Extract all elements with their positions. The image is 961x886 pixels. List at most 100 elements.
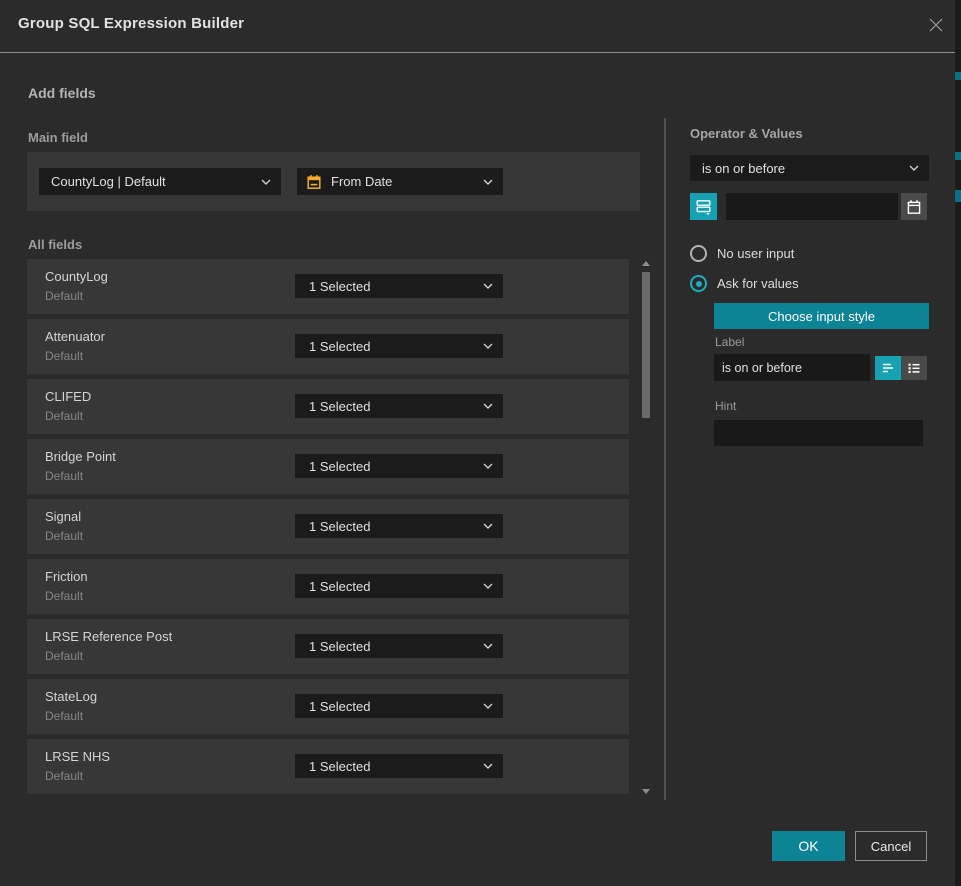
field-row: StateLog Default 1 Selected [27, 679, 629, 734]
bullet-list-icon [906, 360, 922, 376]
list-style-button[interactable] [901, 356, 927, 380]
field-selection-dropdown[interactable]: 1 Selected [295, 754, 503, 778]
main-field-heading: Main field [28, 130, 88, 145]
field-selection-value: 1 Selected [309, 399, 370, 414]
chevron-down-icon [483, 763, 493, 769]
field-name: Attenuator [45, 329, 105, 344]
radio-ask-for-values-label: Ask for values [717, 276, 799, 291]
ok-button[interactable]: OK [772, 831, 845, 861]
dialog-titlebar: Group SQL Expression Builder [0, 0, 955, 53]
chevron-down-icon [483, 179, 493, 185]
background-app-edge [955, 0, 961, 886]
chevron-down-icon [483, 283, 493, 289]
chevron-down-icon [483, 523, 493, 529]
radio-icon [690, 275, 707, 292]
stacked-rows-icon [695, 198, 712, 215]
value-input-type-button[interactable] [690, 193, 717, 220]
radio-icon [690, 245, 707, 262]
field-layer-sub: Default [45, 469, 83, 483]
background-fragment [955, 72, 961, 80]
chevron-down-icon [483, 463, 493, 469]
field-row: CLIFED Default 1 Selected [27, 379, 629, 434]
field-row: CountyLog Default 1 Selected [27, 259, 629, 314]
hint-input[interactable] [714, 420, 923, 446]
main-layer-dropdown-value: CountyLog | Default [51, 174, 166, 189]
field-selection-dropdown[interactable]: 1 Selected [295, 514, 503, 538]
main-field-dropdown-value: From Date [331, 174, 392, 189]
field-selection-dropdown[interactable]: 1 Selected [295, 454, 503, 478]
chevron-down-icon [483, 643, 493, 649]
field-row: Signal Default 1 Selected [27, 499, 629, 554]
panel-divider [664, 118, 666, 800]
scrollbar-down-arrow[interactable] [642, 789, 650, 794]
chevron-down-icon [483, 403, 493, 409]
field-name: Signal [45, 509, 81, 524]
field-selection-value: 1 Selected [309, 639, 370, 654]
cancel-button[interactable]: Cancel [855, 831, 927, 861]
field-row: LRSE NHS Default 1 Selected [27, 739, 629, 794]
field-layer-sub: Default [45, 769, 83, 783]
add-fields-heading: Add fields [28, 85, 96, 101]
field-row: Attenuator Default 1 Selected [27, 319, 629, 374]
hint-caption: Hint [715, 399, 736, 413]
background-fragment [955, 190, 961, 202]
choose-input-style-button[interactable]: Choose input style [714, 303, 929, 329]
all-fields-list: CountyLog Default 1 Selected Attenuator … [27, 259, 629, 794]
field-layer-sub: Default [45, 409, 83, 423]
main-layer-dropdown[interactable]: CountyLog | Default [39, 168, 281, 195]
radio-no-user-input-label: No user input [717, 246, 794, 261]
group-sql-expression-builder-dialog: Group SQL Expression Builder Add fields … [0, 0, 955, 886]
field-name: Friction [45, 569, 88, 584]
field-selection-value: 1 Selected [309, 579, 370, 594]
operator-values-heading: Operator & Values [690, 126, 803, 141]
field-name: StateLog [45, 689, 97, 704]
field-selection-dropdown[interactable]: 1 Selected [295, 274, 503, 298]
chevron-down-icon [261, 179, 271, 185]
field-selection-value: 1 Selected [309, 699, 370, 714]
field-selection-value: 1 Selected [309, 759, 370, 774]
scrollbar-thumb[interactable] [642, 272, 650, 418]
field-name: LRSE Reference Post [45, 629, 172, 644]
field-name: CLIFED [45, 389, 91, 404]
field-selection-dropdown[interactable]: 1 Selected [295, 394, 503, 418]
field-selection-dropdown[interactable]: 1 Selected [295, 694, 503, 718]
field-selection-value: 1 Selected [309, 339, 370, 354]
field-selection-value: 1 Selected [309, 459, 370, 474]
field-selection-value: 1 Selected [309, 279, 370, 294]
close-button[interactable] [925, 14, 947, 36]
operator-dropdown-value: is on or before [702, 161, 785, 176]
close-icon [928, 17, 944, 33]
main-field-dropdown[interactable]: From Date [297, 168, 503, 195]
field-row: Bridge Point Default 1 Selected [27, 439, 629, 494]
field-layer-sub: Default [45, 529, 83, 543]
field-layer-sub: Default [45, 709, 83, 723]
single-line-style-button[interactable] [875, 356, 901, 380]
value-date-picker-button[interactable] [901, 193, 927, 220]
field-row: Friction Default 1 Selected [27, 559, 629, 614]
chevron-down-icon [483, 583, 493, 589]
main-field-panel: CountyLog | Default From Date [27, 152, 640, 211]
scrollbar-up-arrow[interactable] [642, 261, 650, 266]
field-selection-dropdown[interactable]: 1 Selected [295, 634, 503, 658]
field-name: LRSE NHS [45, 749, 110, 764]
date-calendar-icon [306, 174, 322, 190]
label-input[interactable] [714, 354, 870, 381]
operator-dropdown[interactable]: is on or before [690, 155, 929, 181]
align-lines-icon [880, 360, 896, 376]
background-fragment [955, 152, 961, 160]
field-name: CountyLog [45, 269, 108, 284]
value-input[interactable] [726, 193, 898, 220]
field-selection-dropdown[interactable]: 1 Selected [295, 334, 503, 358]
chevron-down-icon [483, 703, 493, 709]
field-selection-dropdown[interactable]: 1 Selected [295, 574, 503, 598]
label-caption: Label [715, 335, 744, 349]
field-name: Bridge Point [45, 449, 116, 464]
field-layer-sub: Default [45, 289, 83, 303]
field-selection-value: 1 Selected [309, 519, 370, 534]
all-fields-heading: All fields [28, 237, 82, 252]
field-layer-sub: Default [45, 349, 83, 363]
radio-no-user-input[interactable]: No user input [690, 245, 794, 262]
field-layer-sub: Default [45, 649, 83, 663]
radio-ask-for-values[interactable]: Ask for values [690, 275, 799, 292]
calendar-icon [906, 199, 922, 215]
